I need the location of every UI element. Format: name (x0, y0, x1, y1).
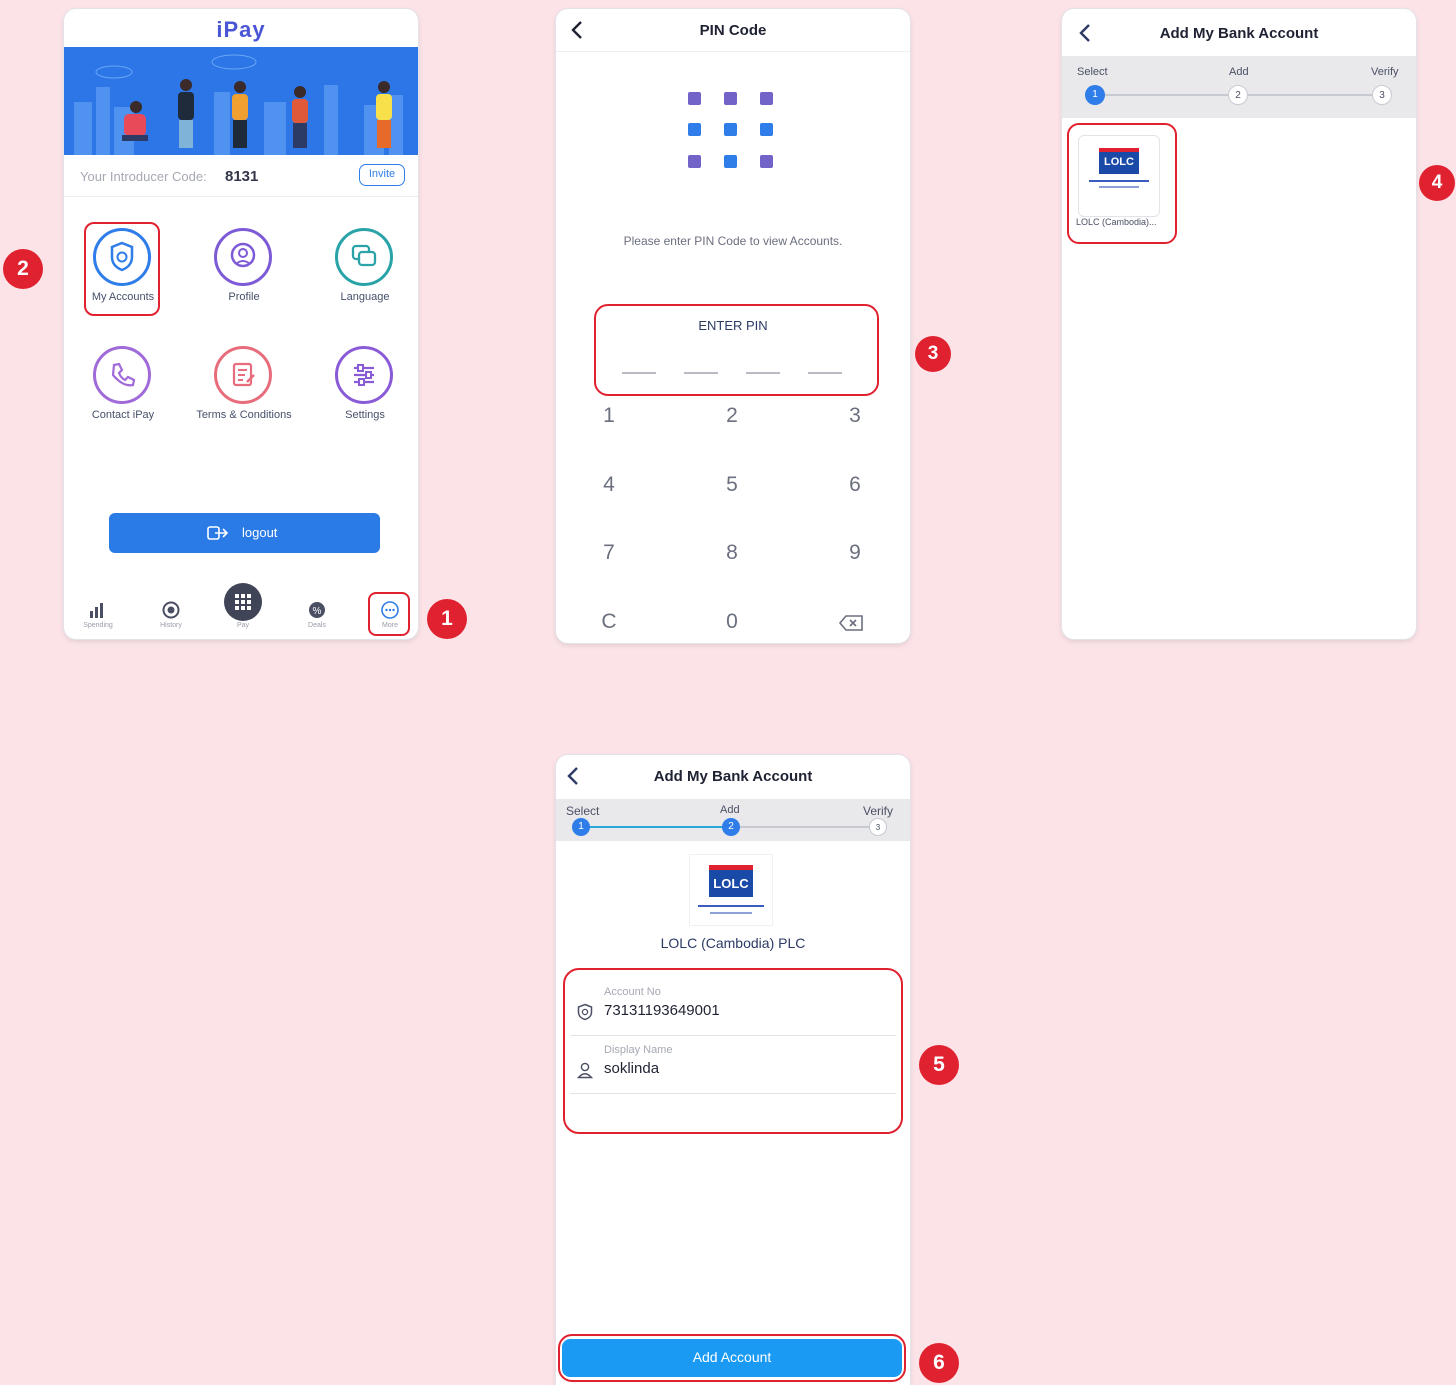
page-title: Add My Bank Account (1159, 25, 1319, 42)
step-line (732, 826, 878, 828)
menu-contact-ipay[interactable]: Contact iPay (84, 345, 162, 435)
key-2[interactable]: 2 (712, 404, 752, 428)
step-label-verify: Verify (863, 804, 894, 818)
key-1[interactable]: 1 (589, 404, 629, 428)
key-6[interactable]: 6 (835, 473, 875, 497)
screen-more-menu: iPay Your Introducer Code: 8131 Invite M… (64, 9, 418, 639)
step-badge-5: 5 (919, 1045, 959, 1085)
logout-button[interactable]: logout (109, 513, 380, 553)
app-title: iPay (216, 17, 266, 42)
pin-dots-icon (688, 92, 773, 168)
key-0[interactable]: 0 (712, 610, 752, 634)
step-label-add: Add (1229, 66, 1249, 78)
history-icon (162, 601, 180, 619)
deals-icon: % (309, 602, 325, 618)
menu-label: Contact iPay (91, 409, 155, 421)
key-8[interactable]: 8 (712, 541, 752, 565)
step-badge-3: 3 (915, 336, 951, 372)
step-2: 2 (722, 818, 740, 836)
step-label-select: Select (566, 804, 600, 818)
step-1: 1 (572, 818, 590, 836)
introducer-label: Your Introducer Code: (80, 169, 207, 184)
grid-icon (224, 583, 262, 621)
highlight-bank-option (1067, 123, 1177, 244)
invite-button[interactable]: Invite (359, 164, 405, 186)
stepper: Select Add Verify 1 2 3 (556, 799, 910, 841)
logout-icon (207, 526, 229, 540)
nav-deals[interactable]: % Deals (297, 597, 337, 637)
step-2: 2 (1228, 85, 1248, 105)
profile-icon (214, 228, 272, 286)
highlight-add-account (558, 1334, 906, 1382)
menu-label: Terms & Conditions (196, 409, 292, 421)
nav-pay[interactable]: Pay (223, 583, 263, 637)
bottom-nav: Spending History Pay % Deals More (64, 579, 418, 639)
step-label-verify: Verify (1371, 66, 1399, 78)
phone-icon (93, 346, 151, 404)
highlight-account-fields (563, 968, 903, 1134)
bank-logo-card: LOLC (690, 855, 772, 925)
step-1: 1 (1085, 85, 1105, 105)
menu-language[interactable]: Language (326, 227, 404, 317)
chat-icon (335, 228, 393, 286)
document-icon (214, 346, 272, 404)
key-clear[interactable]: C (589, 610, 629, 634)
page-title: PIN Code (699, 22, 767, 39)
pin-prompt: Please enter PIN Code to view Accounts. (623, 234, 843, 248)
step-badge-2: 2 (3, 249, 43, 289)
nav-label: Pay (236, 622, 250, 629)
backspace-icon[interactable] (838, 614, 864, 632)
step-line-done (582, 826, 732, 828)
highlight-my-accounts (84, 222, 160, 316)
menu-terms[interactable]: Terms & Conditions (196, 345, 292, 435)
highlight-more (368, 592, 410, 636)
screen-select-bank: Add My Bank Account Select Add Verify 1 … (1062, 9, 1416, 639)
menu-profile[interactable]: Profile (205, 227, 283, 317)
nav-label: History (160, 622, 182, 629)
lolc-logo: LOLC (709, 865, 753, 897)
menu-settings[interactable]: Settings (326, 345, 404, 435)
highlight-enter-pin (594, 304, 879, 396)
step-badge-4: 4 (1419, 165, 1455, 201)
step-label-select: Select (1077, 66, 1108, 78)
menu-label: Profile (228, 291, 260, 303)
key-3[interactable]: 3 (835, 404, 875, 428)
step-badge-1: 1 (427, 599, 467, 639)
page-title: Add My Bank Account (653, 768, 813, 785)
nav-spending[interactable]: Spending (78, 597, 118, 637)
nav-label: Spending (83, 622, 113, 629)
banner-illustration (64, 47, 418, 155)
stepper: Select Add Verify 1 2 3 (1062, 56, 1416, 118)
key-9[interactable]: 9 (835, 541, 875, 565)
divider (64, 196, 418, 197)
key-7[interactable]: 7 (589, 541, 629, 565)
key-4[interactable]: 4 (589, 473, 629, 497)
key-5[interactable]: 5 (712, 473, 752, 497)
step-3: 3 (1372, 85, 1392, 105)
header-divider (556, 51, 910, 52)
step-label-add: Add (720, 804, 740, 816)
svg-text:%: % (313, 606, 322, 617)
bar-chart-icon (90, 603, 103, 618)
menu-label: Settings (345, 409, 385, 421)
introducer-code: 8131 (225, 168, 259, 185)
step-3: 3 (869, 818, 887, 836)
nav-history[interactable]: History (151, 597, 191, 637)
logo-subtext (710, 912, 752, 914)
logo-subtext (698, 905, 764, 907)
menu-label: Language (340, 291, 390, 303)
settings-sliders-icon (335, 346, 393, 404)
bank-name: LOLC (Cambodia) PLC (660, 935, 806, 951)
nav-label: Deals (308, 622, 326, 629)
step-badge-6: 6 (919, 1343, 959, 1383)
logout-label: logout (242, 525, 278, 540)
logo-text: LOLC (713, 876, 749, 891)
